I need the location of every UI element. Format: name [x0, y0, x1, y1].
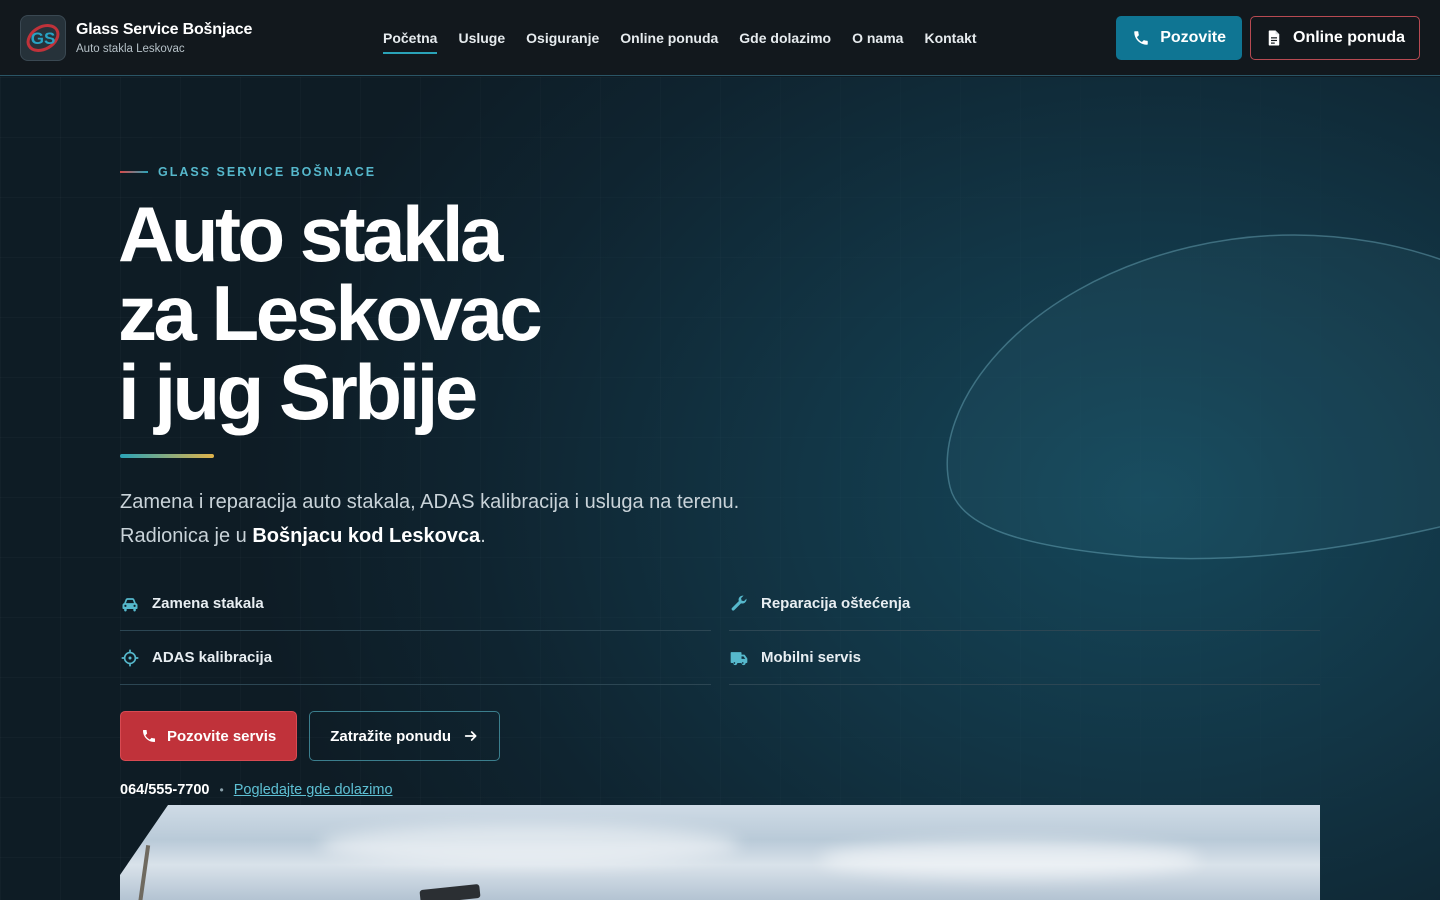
logo: GS: [20, 14, 66, 61]
feature-item-mobilni: Mobilni servis: [729, 631, 1320, 685]
phone-icon: [1134, 30, 1148, 45]
logo-mark-icon: GS: [26, 23, 60, 52]
photo-pole: [137, 845, 151, 900]
brand-subtitle: Auto stakla Leskovac: [76, 42, 185, 55]
cta-row: Pozovite servis Zatražite ponudu: [120, 711, 501, 761]
photo-object: [419, 883, 481, 900]
phone-icon: [143, 730, 155, 742]
wrench-icon: [731, 595, 747, 611]
brand[interactable]: GS Glass Service Bošnjace Auto stakla Le…: [20, 14, 360, 61]
hero-photo: [120, 805, 1320, 900]
hero-section: GLASS SERVICE BOŠNJACE Auto stakla za Le…: [0, 77, 1440, 900]
feature-label: Reparacija oštećenja: [761, 595, 911, 612]
nav-item-kontakt[interactable]: Kontakt: [924, 22, 976, 54]
feature-label: Zamena stakala: [152, 595, 264, 612]
nav-item-pocetna[interactable]: Početna: [383, 22, 438, 54]
request-offer-button[interactable]: Zatražite ponudu: [309, 711, 501, 761]
feature-item-reparacija: Reparacija oštećenja: [729, 577, 1320, 631]
lead-line-2-prefix: Radionica je u: [120, 525, 253, 547]
page-title: Auto stakla za Leskovac i jug Srbije: [118, 190, 543, 436]
phone-number[interactable]: 064/555-7700: [120, 782, 210, 798]
call-button[interactable]: Pozovite: [1116, 15, 1242, 60]
lead-line-2-suffix: .: [480, 525, 486, 547]
headline-line-3: i jug Srbije: [118, 348, 478, 436]
nav-item-online-ponuda[interactable]: Online ponuda: [620, 22, 718, 54]
online-offer-button[interactable]: Online ponuda: [1250, 15, 1420, 60]
headline-underline: [120, 454, 214, 458]
header-actions: Pozovite Online ponuda: [1116, 15, 1420, 60]
location-link[interactable]: Pogledajte gde dolazimo: [234, 782, 393, 798]
separator-dot: •: [219, 783, 224, 797]
feature-item-adas: ADAS kalibracija: [120, 631, 711, 685]
contact-line: 064/555-7700 • Pogledajte gde dolazimo: [120, 782, 393, 798]
document-icon: [1268, 30, 1280, 45]
nav-item-o-nama[interactable]: O nama: [852, 22, 903, 54]
crosshair-icon: [121, 649, 139, 666]
arrow-right-icon: [464, 731, 477, 741]
feature-label: Mobilni servis: [761, 649, 862, 666]
car-icon: [122, 597, 138, 611]
nav-item-osiguranje[interactable]: Osiguranje: [526, 22, 599, 54]
windshield-outline-icon: [946, 234, 1440, 560]
brand-title: Glass Service Bošnjace: [76, 20, 253, 38]
photo-cloud: [320, 825, 740, 865]
nav-item-gde-dolazimo[interactable]: Gde dolazimo: [739, 22, 831, 54]
lead-line-1: Zamena i reparacija auto stakala, ADAS k…: [120, 491, 740, 513]
online-offer-label: Online ponuda: [1293, 28, 1405, 46]
headline-line-1: Auto stakla: [118, 190, 503, 278]
eyebrow: GLASS SERVICE BOŠNJACE: [120, 165, 376, 179]
lead-location: Bošnjacu kod Leskovca: [252, 525, 481, 547]
call-service-button[interactable]: Pozovite servis: [120, 711, 298, 761]
call-service-label: Pozovite servis: [167, 727, 277, 745]
site-header: GS Glass Service Bošnjace Auto stakla Le…: [0, 0, 1440, 76]
feature-list: Zamena stakala Reparacija oštećenja ADAS…: [120, 577, 1320, 685]
eyebrow-line: [120, 171, 148, 173]
headline-line-2: za Leskovac: [118, 269, 543, 357]
photo-cloud: [820, 840, 1200, 878]
feature-label: ADAS kalibracija: [152, 649, 273, 666]
feature-item-zamena: Zamena stakala: [120, 577, 711, 631]
truck-icon: [730, 651, 748, 665]
request-offer-label: Zatražite ponudu: [330, 727, 452, 745]
hero-lead: Zamena i reparacija auto stakala, ADAS k…: [120, 485, 880, 553]
svg-text:GS: GS: [31, 29, 56, 48]
main-nav: Početna Usluge Osiguranje Online ponuda …: [383, 22, 977, 54]
nav-item-usluge[interactable]: Usluge: [458, 22, 505, 54]
eyebrow-text: GLASS SERVICE BOŠNJACE: [158, 165, 377, 179]
call-button-label: Pozovite: [1160, 28, 1226, 46]
